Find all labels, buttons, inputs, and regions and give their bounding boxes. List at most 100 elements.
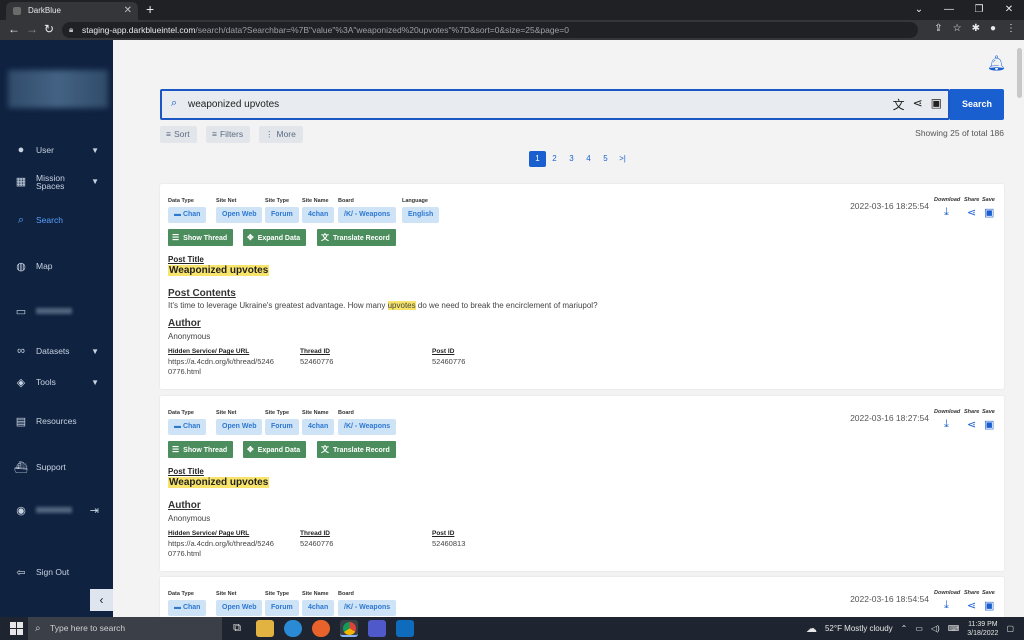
sidebar-item-search[interactable]: ⌕ Search <box>0 209 113 231</box>
site-name-tag[interactable]: 4chan <box>302 419 335 435</box>
page-button[interactable]: 2 <box>546 151 563 167</box>
board-tag[interactable]: /K/ - Weapons <box>338 207 397 223</box>
volume-icon[interactable]: ◁) <box>931 624 940 633</box>
chevron-down-icon[interactable]: ⌄ <box>904 0 934 20</box>
site-name-tag[interactable]: 4chan <box>302 207 335 223</box>
bell-icon[interactable]: 🔔︎ <box>987 54 1006 72</box>
reload-icon[interactable]: ↻ <box>44 22 54 36</box>
site-net-tag[interactable]: Open Web <box>216 207 263 223</box>
notifications-icon[interactable]: ▢ <box>1006 624 1014 633</box>
collapse-sidebar-button[interactable]: ‹ <box>90 589 113 611</box>
sidebar-item-user[interactable]: ● User ▼ <box>0 139 113 161</box>
clock[interactable]: 11:39 PM 3/18/2022 <box>967 620 998 638</box>
sidebar-item-resources[interactable]: ▤ Resources <box>0 410 113 432</box>
page-button[interactable]: 4 <box>580 151 597 167</box>
browser-tab[interactable]: DarkBlue ✕ <box>6 2 138 20</box>
tray-overflow-icon[interactable]: ⌃ <box>901 624 908 633</box>
window-controls: ⌄ — ❐ ✕ <box>904 0 1024 20</box>
teams-icon[interactable] <box>368 620 386 637</box>
show-thread-button[interactable]: ☰ Show Thread <box>168 441 234 458</box>
post-title-label: Post Title <box>168 255 204 264</box>
save-icon[interactable]: ▣ <box>984 599 994 612</box>
sidebar-item-sign-out[interactable]: ⇦ Sign Out <box>0 561 113 583</box>
board-tag[interactable]: /K/ - Weapons <box>338 600 397 616</box>
expand-data-button[interactable]: ✥ Expand Data <box>243 441 307 458</box>
lock-icon: 🔒︎ <box>69 25 74 34</box>
windows-start-icon[interactable] <box>10 622 23 635</box>
sidebar-item-support[interactable]: ⛴︎ Support <box>0 456 113 478</box>
search-button[interactable]: Search <box>950 89 1004 120</box>
share-icon[interactable]: ⋖ <box>967 418 976 431</box>
save-icon[interactable]: ▣ <box>984 418 994 431</box>
close-tab-icon[interactable]: ✕ <box>124 2 132 20</box>
download-icon[interactable]: ⤓ <box>944 599 949 612</box>
network-icon[interactable]: ▭ <box>915 624 923 633</box>
task-view-icon[interactable]: ⧉ <box>228 620 246 637</box>
sidebar-item-mission-spaces[interactable]: ▦ Mission Spaces ▼ <box>0 171 113 193</box>
page-button[interactable]: 5 <box>597 151 614 167</box>
minimize-icon[interactable]: — <box>934 0 964 20</box>
extensions-icon[interactable]: ✱ <box>972 23 980 34</box>
sidebar-item-hidden[interactable]: ▭ <box>0 300 113 322</box>
data-type-tag[interactable]: ▬ Chan <box>168 419 207 435</box>
file-explorer-icon[interactable] <box>256 620 274 637</box>
scrollbar-thumb[interactable] <box>1017 48 1022 98</box>
board-tag[interactable]: /K/ - Weapons <box>338 419 397 435</box>
new-tab-button[interactable]: + <box>146 1 154 17</box>
url-value[interactable]: https://a.4cdn.org/k/thread/5246 0776.htm… <box>168 357 274 377</box>
save-icon[interactable]: ▣ <box>931 96 942 113</box>
taskbar-search[interactable]: ⌕ Type here to search <box>28 617 222 640</box>
download-icon[interactable]: ⤓ <box>944 206 949 219</box>
expand-data-button[interactable]: ✥ Expand Data <box>243 229 307 246</box>
url-value[interactable]: https://a.4cdn.org/k/thread/5246 0776.htm… <box>168 539 274 559</box>
page-button[interactable]: 3 <box>563 151 580 167</box>
site-type-tag[interactable]: Forum <box>265 207 299 223</box>
translate-record-button[interactable]: 文 Translate Record <box>317 229 396 246</box>
last-page-button[interactable]: >| <box>614 151 631 167</box>
site-name-tag[interactable]: 4chan <box>302 600 335 616</box>
expand-icon: ✥ <box>247 445 254 454</box>
data-type-tag[interactable]: ▬ Chan <box>168 600 207 616</box>
download-icon[interactable]: ⤓ <box>944 418 949 431</box>
edge-icon[interactable] <box>284 620 302 637</box>
share-page-icon[interactable]: ⇪ <box>934 23 942 34</box>
data-type-tag[interactable]: ▬ Chan <box>168 207 207 223</box>
search-input[interactable] <box>188 96 788 112</box>
logout-arrow-icon[interactable]: ⇥ <box>90 504 99 517</box>
menu-kebab-icon[interactable]: ⋮ <box>1006 23 1016 34</box>
ime-icon[interactable]: ⌨ <box>948 624 960 633</box>
filters-button[interactable]: ≡ Filters <box>206 126 251 143</box>
outlook-icon[interactable] <box>396 620 414 637</box>
more-button[interactable]: ⋮ More <box>259 126 303 143</box>
site-net-tag[interactable]: Open Web <box>216 600 263 616</box>
chrome-icon[interactable] <box>340 620 358 637</box>
sidebar-item-account[interactable]: ◉ ⇥ <box>0 499 113 521</box>
translate-record-button[interactable]: 文 Translate Record <box>317 441 396 458</box>
show-thread-button[interactable]: ☰ Show Thread <box>168 229 234 246</box>
sidebar-item-map[interactable]: ◍ Map <box>0 255 113 277</box>
share-icon[interactable]: ⋖ <box>913 96 923 113</box>
forward-icon[interactable]: → <box>26 22 38 36</box>
bookmark-star-icon[interactable]: ☆ <box>953 23 962 34</box>
site-type-tag[interactable]: Forum <box>265 419 299 435</box>
sidebar-item-tools[interactable]: ◈ Tools ▼ <box>0 371 113 393</box>
profile-icon[interactable]: ● <box>990 23 996 34</box>
search-icon: ⌕ <box>17 213 25 226</box>
back-icon[interactable]: ← <box>8 22 20 36</box>
sort-button[interactable]: ≡ Sort <box>160 126 197 143</box>
translate-icon[interactable]: 文 <box>893 96 905 113</box>
restore-icon[interactable]: ❐ <box>964 0 994 20</box>
share-icon[interactable]: ⋖ <box>967 206 976 219</box>
address-bar[interactable]: 🔒︎ staging-app.darkblueintel.com/search/… <box>62 22 918 38</box>
weather-text[interactable]: 52°F Mostly cloudy <box>825 624 893 633</box>
site-net-tag[interactable]: Open Web <box>216 419 263 435</box>
save-icon[interactable]: ▣ <box>984 206 994 219</box>
firefox-icon[interactable] <box>312 620 330 637</box>
language-tag[interactable]: English <box>402 207 440 223</box>
sidebar-item-datasets[interactable]: ∞ Datasets ▼ <box>0 340 113 362</box>
share-icon[interactable]: ⋖ <box>967 599 976 612</box>
page-button[interactable]: 1 <box>529 151 546 167</box>
close-window-icon[interactable]: ✕ <box>994 0 1024 20</box>
sort-icon: ≡ <box>166 129 171 139</box>
site-type-tag[interactable]: Forum <box>265 600 299 616</box>
